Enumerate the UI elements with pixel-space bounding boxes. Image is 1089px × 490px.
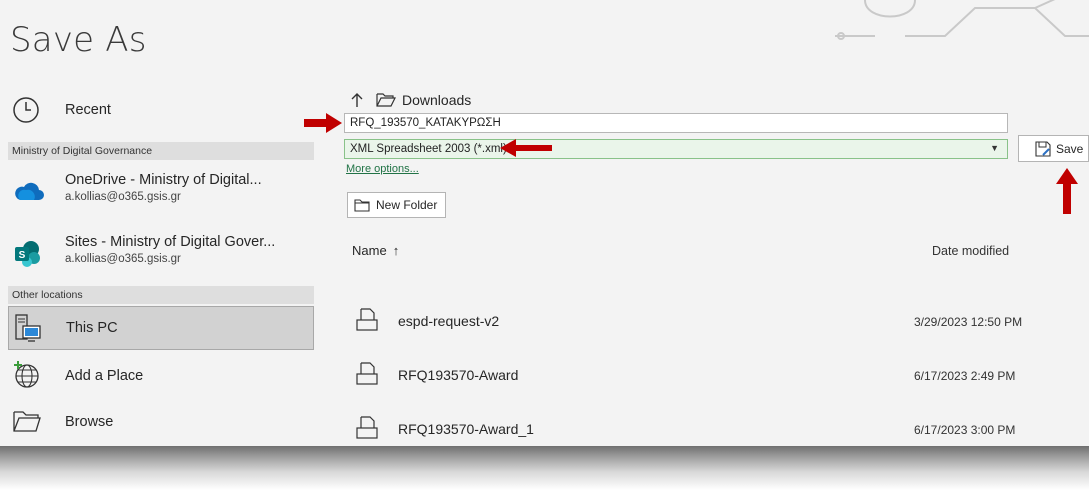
save-as-window: Save As Recent Ministry of Digital Gover… [0,0,1089,448]
nav-add-place-label: Add a Place [65,368,144,384]
nav-recent[interactable]: Recent [8,90,314,130]
filetype-selected-value: XML Spreadsheet 2003 (*.xml) [350,143,507,155]
folder-icon [376,93,396,107]
annotation-arrow-filename [304,113,342,133]
save-button-label: Save [1056,141,1084,156]
sort-up-arrow-icon: ↑ [392,243,400,258]
column-header-name[interactable]: Name ↑ [352,243,399,258]
file-date: 6/17/2023 3:00 PM [914,423,1016,437]
file-name: RFQ193570-Award [398,367,519,383]
nav-this-pc-label: This PC [66,320,118,336]
onedrive-account: a.kollias@o365.gsis.gr [65,191,181,203]
pc-icon [15,314,41,342]
file-date: 6/17/2023 2:49 PM [914,369,1016,383]
nav-sites[interactable]: S Sites - Ministry of Digital Gover... a… [8,226,314,276]
nav-browse[interactable]: Browse [8,402,314,442]
file-row[interactable]: RFQ193570-Award_1 6/17/2023 3:00 PM [344,412,1089,448]
save-icon [1035,140,1051,157]
locations-pane: Recent Ministry of Digital Governance On… [0,84,314,448]
window-shadow-band [0,446,1089,490]
nav-this-pc[interactable]: This PC [8,306,314,350]
file-name: espd-request-v2 [398,313,500,329]
clock-icon [13,97,39,123]
filetype-select[interactable]: XML Spreadsheet 2003 (*.xml) ▼ [344,139,1008,159]
nav-recent-label: Recent [65,102,111,118]
nav-onedrive[interactable]: OneDrive - Ministry of Digital... a.koll… [8,164,314,214]
document-icon [356,308,378,331]
more-options-link[interactable]: More options... [346,163,419,175]
filename-input[interactable]: RFQ_193570_ΚΑΤΑΚΥΡΩΣΗ [344,113,1008,133]
onedrive-cloud-icon [15,182,44,200]
group-header-other: Other locations [8,286,314,304]
page-title: Save As [10,20,147,60]
chevron-down-icon[interactable]: ▼ [990,143,999,153]
save-button[interactable]: Save [1018,135,1089,162]
onedrive-name: OneDrive - Ministry of Digital... [65,172,262,188]
nav-add-place[interactable]: Add a Place [8,356,314,396]
document-icon [356,362,378,385]
breadcrumb: Downloads [350,92,471,108]
column-name-label: Name [352,243,387,258]
sharepoint-icon: S [15,241,40,267]
sites-account: a.kollias@o365.gsis.gr [65,253,181,265]
save-details-pane: Downloads RFQ_193570_ΚΑΤΑΚΥΡΩΣΗ XML Spre… [344,84,1089,448]
svg-text:S: S [19,250,26,261]
annotation-arrow-save [1056,168,1078,214]
file-date: 3/29/2023 12:50 PM [914,315,1023,329]
new-folder-icon [354,199,370,212]
globe-add-icon [14,361,39,388]
annotation-arrow-filetype [500,139,552,157]
file-row[interactable]: espd-request-v2 3/29/2023 12:50 PM [344,304,1089,340]
up-arrow-icon[interactable] [350,92,364,108]
sites-name: Sites - Ministry of Digital Gover... [65,234,276,250]
document-icon [356,416,378,439]
file-name: RFQ193570-Award_1 [398,421,534,437]
new-folder-label: New Folder [376,198,438,212]
nav-browse-label: Browse [65,414,114,430]
group-header-ministry: Ministry of Digital Governance [8,142,314,160]
folder-icon [13,411,41,432]
file-row[interactable]: RFQ193570-Award 6/17/2023 2:49 PM [344,358,1089,394]
new-folder-button[interactable]: New Folder [347,192,446,218]
column-header-date[interactable]: Date modified [932,244,1009,258]
current-folder-label[interactable]: Downloads [402,92,471,108]
decorative-circuit-graphic [835,0,1089,40]
